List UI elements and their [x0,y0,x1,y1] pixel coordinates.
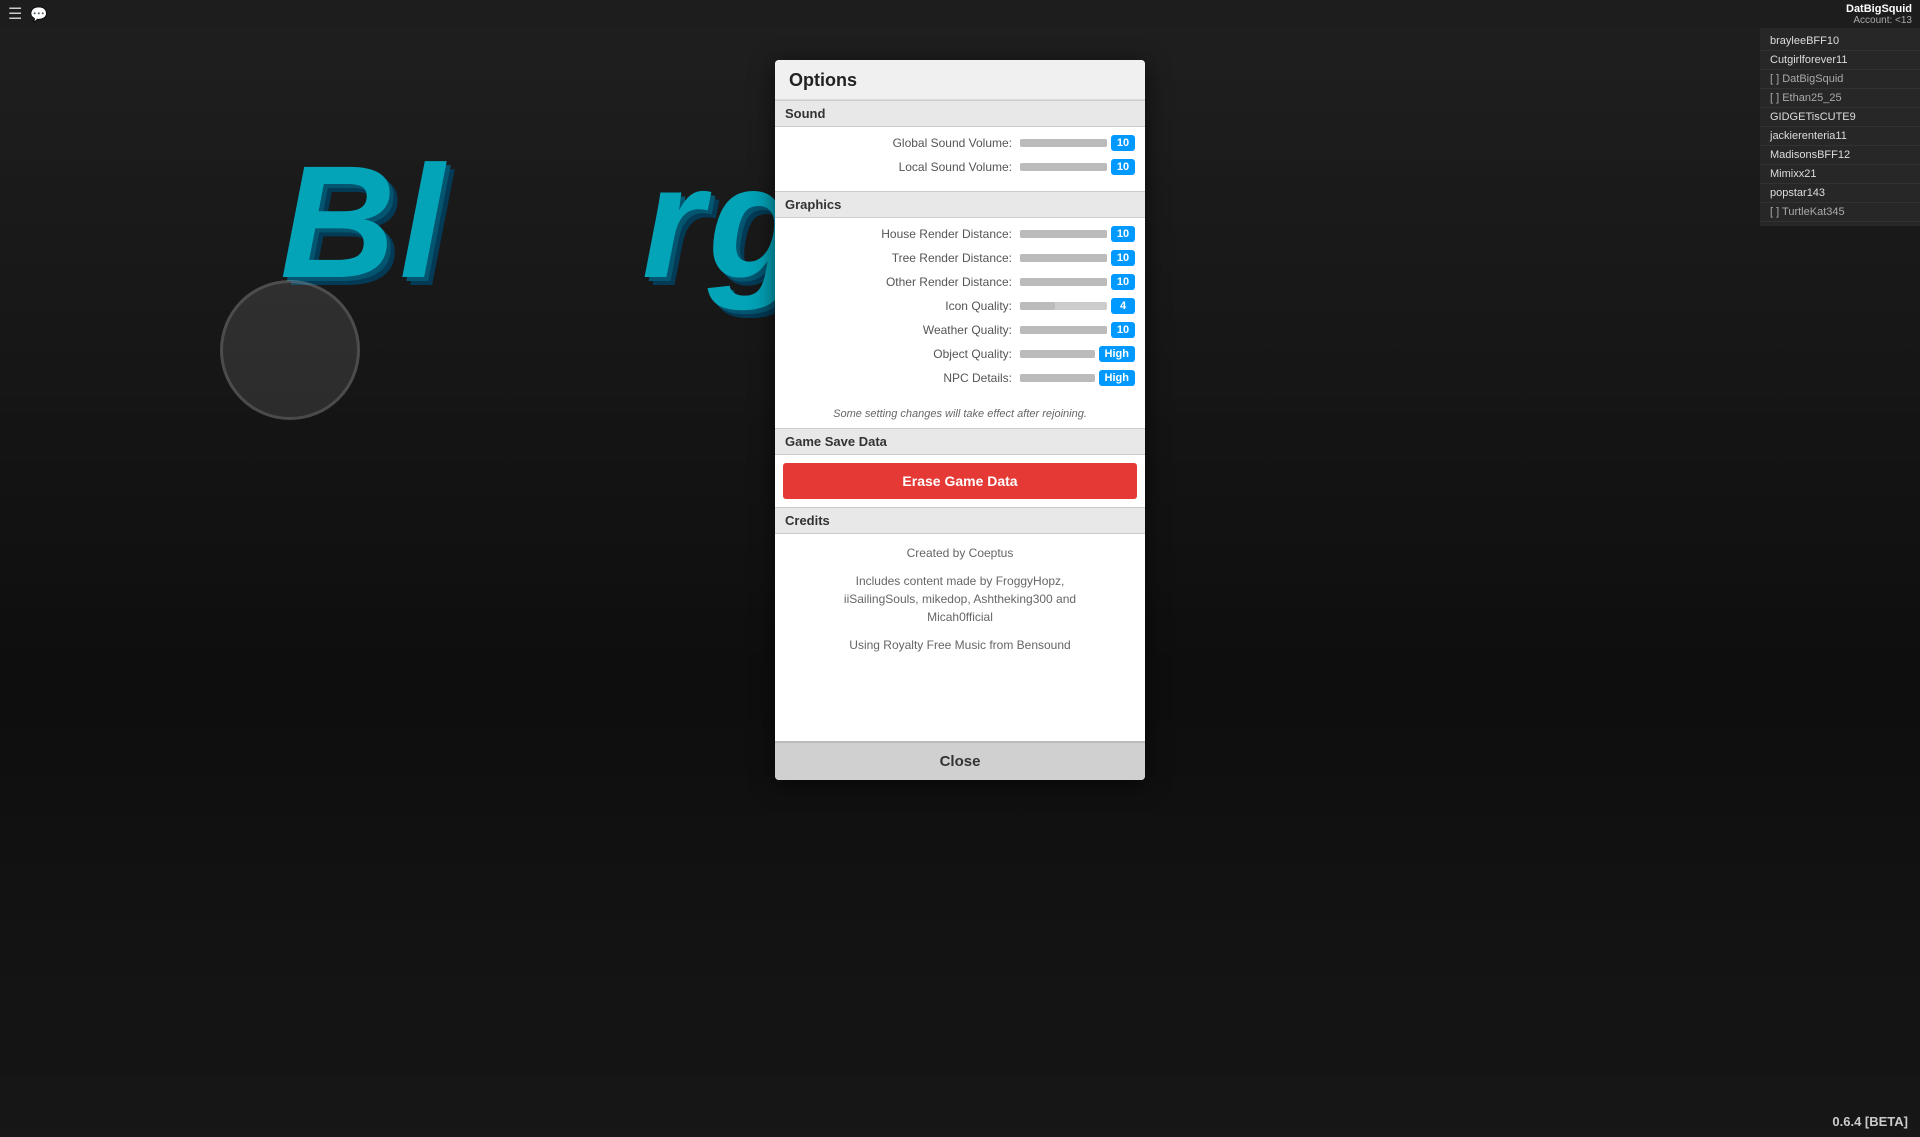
game-save-header: Game Save Data [775,428,1145,455]
local-sound-row: Local Sound Volume: 10 [785,159,1135,175]
weather-quality-label: Weather Quality: [785,323,1020,337]
object-quality-value: High [1099,346,1135,362]
npc-details-value: High [1099,370,1135,386]
other-render-track [1020,278,1107,286]
weather-quality-value: 10 [1111,322,1135,338]
graphics-section-header: Graphics [775,191,1145,218]
house-render-track [1020,230,1107,238]
tree-render-fill [1020,254,1107,262]
sound-section-header: Sound [775,100,1145,127]
local-sound-label: Local Sound Volume: [785,160,1020,174]
close-button[interactable]: Close [775,741,1145,780]
local-sound-slider[interactable]: 10 [1020,159,1135,175]
icon-quality-row: Icon Quality: 4 [785,298,1135,314]
npc-details-row: NPC Details: High [785,370,1135,386]
modal-title: Options [775,60,1145,100]
modal-scroll[interactable]: Sound Global Sound Volume: 10 Local Soun… [775,100,1145,741]
tree-render-value: 10 [1111,250,1135,266]
credits-line-1: Created by Coeptus [789,544,1131,562]
npc-details-fill [1020,374,1095,382]
other-render-slider[interactable]: 10 [1020,274,1135,290]
modal-overlay: Options Sound Global Sound Volume: 10 Lo… [0,0,1920,1137]
npc-details-track [1020,374,1095,382]
other-render-label: Other Render Distance: [785,275,1020,289]
credits-area: Created by Coeptus Includes content made… [775,534,1145,674]
global-sound-fill [1020,139,1107,147]
object-quality-fill [1020,350,1095,358]
other-render-fill [1020,278,1107,286]
weather-quality-fill [1020,326,1107,334]
local-sound-fill [1020,163,1107,171]
erase-game-data-button[interactable]: Erase Game Data [783,463,1137,499]
house-render-slider[interactable]: 10 [1020,226,1135,242]
local-sound-value: 10 [1111,159,1135,175]
icon-quality-value: 4 [1111,298,1135,314]
tree-render-track [1020,254,1107,262]
sound-settings: Global Sound Volume: 10 Local Sound Volu… [775,127,1145,191]
object-quality-slider[interactable]: High [1020,346,1135,362]
other-render-row: Other Render Distance: 10 [785,274,1135,290]
icon-quality-fill [1020,302,1055,310]
icon-quality-label: Icon Quality: [785,299,1020,313]
credits-line-2: Includes content made by FroggyHopz,iiSa… [789,572,1131,626]
npc-details-label: NPC Details: [785,371,1020,385]
icon-quality-slider[interactable]: 4 [1020,298,1135,314]
global-sound-slider[interactable]: 10 [1020,135,1135,151]
house-render-value: 10 [1111,226,1135,242]
weather-quality-slider[interactable]: 10 [1020,322,1135,338]
house-render-label: House Render Distance: [785,227,1020,241]
graphics-settings: House Render Distance: 10 Tree Render Di… [775,218,1145,402]
npc-details-slider[interactable]: High [1020,370,1135,386]
global-sound-track [1020,139,1107,147]
tree-render-row: Tree Render Distance: 10 [785,250,1135,266]
tree-render-label: Tree Render Distance: [785,251,1020,265]
icon-quality-track [1020,302,1107,310]
global-sound-row: Global Sound Volume: 10 [785,135,1135,151]
weather-quality-row: Weather Quality: 10 [785,322,1135,338]
local-sound-track [1020,163,1107,171]
object-quality-row: Object Quality: High [785,346,1135,362]
house-render-row: House Render Distance: 10 [785,226,1135,242]
house-render-fill [1020,230,1107,238]
object-quality-track [1020,350,1095,358]
global-sound-value: 10 [1111,135,1135,151]
other-render-value: 10 [1111,274,1135,290]
credits-line-3: Using Royalty Free Music from Bensound [789,636,1131,654]
weather-quality-track [1020,326,1107,334]
settings-notice: Some setting changes will take effect af… [775,402,1145,428]
credits-section-header: Credits [775,507,1145,534]
object-quality-label: Object Quality: [785,347,1020,361]
tree-render-slider[interactable]: 10 [1020,250,1135,266]
global-sound-label: Global Sound Volume: [785,136,1020,150]
options-modal: Options Sound Global Sound Volume: 10 Lo… [775,60,1145,780]
